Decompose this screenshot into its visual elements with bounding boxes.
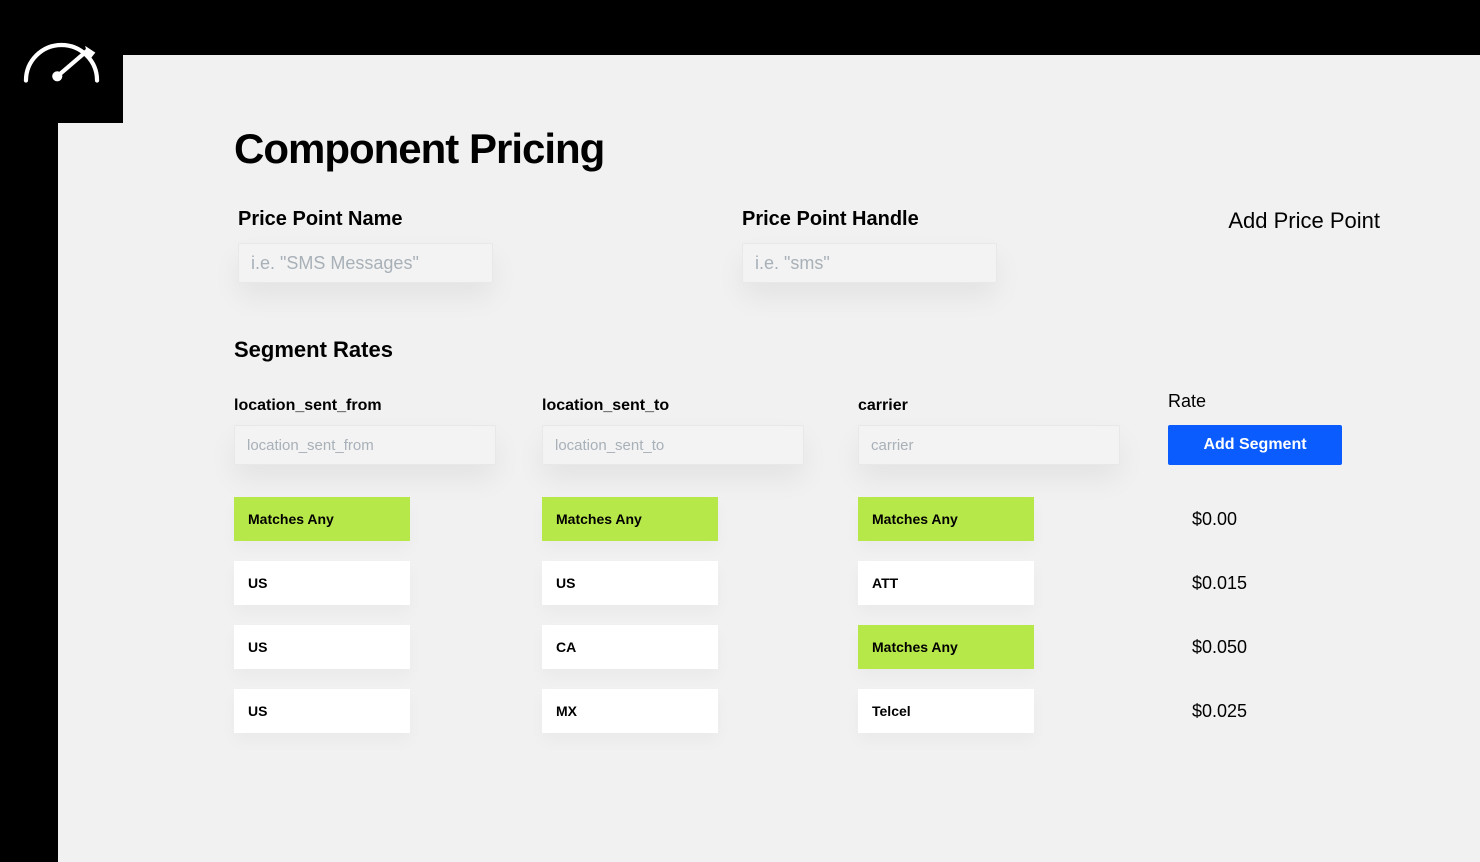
segment-row: Matches Any Matches Any Matches Any $0.00: [234, 497, 1480, 541]
rate-value: $0.050: [1192, 637, 1368, 658]
cell-carrier: Telcel: [858, 689, 1168, 733]
cell-carrier: Matches Any: [858, 497, 1168, 541]
col-location-to: location_sent_to: [542, 397, 858, 465]
segment-headers: location_sent_from location_sent_to carr…: [234, 391, 1480, 465]
location-to-filter-wrap[interactable]: [542, 425, 804, 465]
col-rate: Rate Add Segment: [1168, 391, 1368, 465]
content-card: Component Pricing Price Point Name Price…: [106, 115, 1480, 753]
price-point-name-input-wrap[interactable]: [238, 243, 493, 283]
value-chip[interactable]: MX: [542, 689, 718, 733]
cell-carrier: Matches Any: [858, 625, 1168, 669]
carrier-filter-wrap[interactable]: [858, 425, 1120, 465]
price-point-handle-label: Price Point Handle: [742, 208, 1162, 231]
page-title: Component Pricing: [234, 125, 1480, 173]
price-point-handle-input-wrap[interactable]: [742, 243, 997, 283]
cell-rate: $0.015: [1168, 573, 1368, 594]
price-point-handle-group: Price Point Handle: [742, 208, 1162, 283]
cell-from: US: [234, 625, 542, 669]
matches-any-chip[interactable]: Matches Any: [858, 625, 1034, 669]
rate-value: $0.015: [1192, 573, 1368, 594]
header-row: Price Point Name Price Point Handle Add …: [238, 208, 1480, 283]
col-carrier-label: carrier: [858, 397, 1168, 415]
add-price-point-link[interactable]: Add Price Point: [1228, 208, 1380, 234]
location-to-filter-input[interactable]: [555, 437, 791, 454]
rate-value: $0.00: [1192, 509, 1368, 530]
page-inner: Component Pricing Price Point Name Price…: [58, 55, 1480, 862]
page-canvas: Component Pricing Price Point Name Price…: [123, 55, 1480, 862]
col-location-to-label: location_sent_to: [542, 397, 858, 415]
matches-any-chip[interactable]: Matches Any: [234, 497, 410, 541]
col-rate-label: Rate: [1168, 391, 1368, 412]
cell-from: Matches Any: [234, 497, 542, 541]
rate-value: $0.025: [1192, 701, 1368, 722]
value-chip[interactable]: Telcel: [858, 689, 1034, 733]
location-from-filter-wrap[interactable]: [234, 425, 496, 465]
logo-box: [0, 0, 123, 123]
matches-any-chip[interactable]: Matches Any: [542, 497, 718, 541]
col-carrier: carrier: [858, 397, 1168, 465]
price-point-handle-input[interactable]: [755, 253, 984, 274]
segment-rows: Matches Any Matches Any Matches Any $0.00 US…: [234, 497, 1480, 733]
price-point-name-label: Price Point Name: [238, 208, 742, 231]
gauge-icon: [19, 34, 104, 89]
value-chip[interactable]: CA: [542, 625, 718, 669]
add-segment-button[interactable]: Add Segment: [1168, 425, 1342, 465]
cell-to: Matches Any: [542, 497, 858, 541]
location-from-filter-input[interactable]: [247, 437, 483, 454]
cell-to: CA: [542, 625, 858, 669]
price-point-name-input[interactable]: [251, 253, 480, 274]
cell-from: US: [234, 561, 542, 605]
value-chip[interactable]: US: [234, 625, 410, 669]
value-chip[interactable]: US: [234, 689, 410, 733]
cell-rate: $0.025: [1168, 701, 1368, 722]
segment-row: US CA Matches Any $0.050: [234, 625, 1480, 669]
value-chip[interactable]: ATT: [858, 561, 1034, 605]
segment-grid: location_sent_from location_sent_to carr…: [234, 391, 1480, 733]
segment-row: US US ATT $0.015: [234, 561, 1480, 605]
col-location-from-label: location_sent_from: [234, 397, 542, 415]
carrier-filter-input[interactable]: [871, 437, 1107, 454]
matches-any-chip[interactable]: Matches Any: [858, 497, 1034, 541]
cell-to: US: [542, 561, 858, 605]
value-chip[interactable]: US: [542, 561, 718, 605]
cell-rate: $0.00: [1168, 509, 1368, 530]
cell-rate: $0.050: [1168, 637, 1368, 658]
cell-carrier: ATT: [858, 561, 1168, 605]
price-point-name-group: Price Point Name: [238, 208, 742, 283]
segment-rates-title: Segment Rates: [234, 337, 1480, 363]
cell-to: MX: [542, 689, 858, 733]
cell-from: US: [234, 689, 542, 733]
top-bar: [0, 0, 1480, 55]
value-chip[interactable]: US: [234, 561, 410, 605]
segment-row: US MX Telcel $0.025: [234, 689, 1480, 733]
col-location-from: location_sent_from: [234, 397, 542, 465]
